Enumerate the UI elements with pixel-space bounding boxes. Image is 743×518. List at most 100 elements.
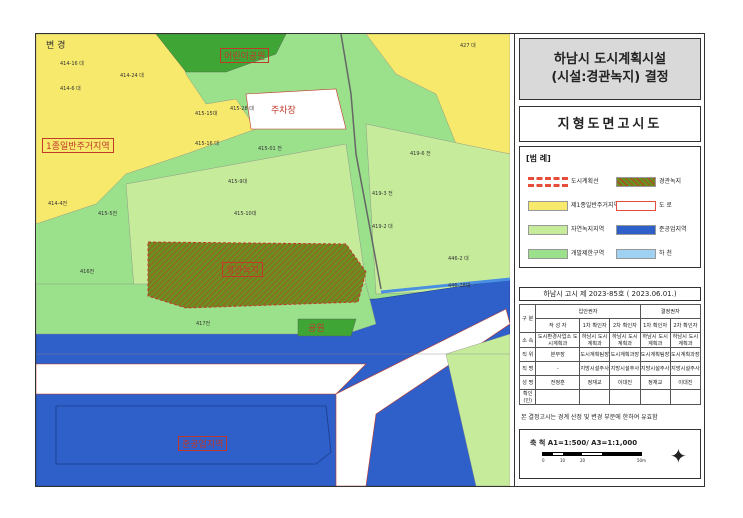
table-cell: 성 명 [518, 375, 537, 390]
legend: [범 례] 도시계획선 경관녹지 제1종일반주거지역 도 로 자연녹지지역 준공… [519, 146, 701, 268]
table-cell: 도시계획과장 [669, 347, 702, 362]
legend-swatch [528, 224, 568, 235]
table-header: 2차 확인자 [609, 318, 641, 333]
table-row: 성 명 전정훈 정재교 이대진 정재교 이대진 [518, 375, 702, 390]
scale-segment [562, 453, 583, 455]
legend-swatch [616, 200, 656, 211]
title-line1: 하남시 도시계획시설 [553, 52, 667, 67]
parcel-label: 427 대 [460, 43, 476, 49]
legend-label: 하 천 [659, 250, 672, 257]
parcel-label: 415-10대 [234, 211, 257, 217]
legend-item: 하 천 [616, 247, 672, 261]
scale-segment [543, 453, 553, 455]
legend-label: 준공업지역 [659, 226, 687, 233]
scale-tick: 10 [560, 458, 566, 463]
table-cell: 정재교 [579, 375, 611, 390]
legend-item: 준공업지역 [616, 223, 687, 237]
table-row: 소 속 도시환경사업소 도시계획과 하남시 도시계획과 하남시 도시계획과 하남… [518, 332, 702, 348]
table-row: 확인(인) [518, 389, 702, 405]
parcel-label: 415-01 전 [258, 146, 282, 152]
legend-item: 자연녹지지역 [528, 223, 604, 237]
parcel-label: 414-4전 [48, 201, 68, 207]
table-cell: 하남시 도시계획과 [579, 332, 611, 348]
table-cell: 지방시설주사 [609, 361, 641, 376]
table-header: 2차 확인자 [669, 318, 702, 333]
table-header: 입안권자 [535, 304, 641, 319]
legend-swatch [616, 224, 656, 235]
table-cell: 지방시설주사 [579, 361, 611, 376]
parcel-label: 416전 [80, 269, 95, 275]
parcel-label: 414-6 대 [60, 86, 81, 92]
parcel-label: 415-9대 [228, 179, 248, 185]
industrial-block [55, 405, 332, 465]
table-header: 결정권자 [639, 304, 701, 319]
parcel-label: 415-16 대 [195, 141, 219, 147]
legend-item: 경관녹지 [616, 175, 681, 189]
table-cell: 본부장 [535, 347, 581, 362]
parcel-label: 414-16 대 [60, 61, 84, 67]
legend-label: 도 로 [659, 202, 672, 209]
table-cell [669, 389, 702, 405]
north-arrow-icon: ✦ [670, 444, 687, 468]
natural-green-zone-east [365, 123, 510, 295]
table-cell [535, 389, 581, 405]
parcel-label: 415-15대 [195, 111, 218, 117]
title-line2: (시설:경관녹지) 결정 [551, 70, 669, 85]
table-cell: 도시계획팀장 [579, 347, 611, 362]
table-cell: 전정훈 [535, 375, 581, 390]
table-header: 구 분 [518, 304, 537, 333]
road-horizontal [36, 363, 367, 395]
table-cell: 직 명 [518, 361, 537, 376]
scale-tick: 20 [580, 458, 586, 463]
scale-tick: 50m [637, 458, 646, 463]
map-area [36, 34, 510, 486]
legend-label: 도시계획선 [571, 178, 599, 185]
table-cell: 도시환경사업소 도시계획과 [535, 332, 581, 348]
legend-swatch [528, 176, 568, 187]
table-cell: 직 위 [518, 347, 537, 362]
parking-label: 주차장 [271, 106, 296, 116]
parcel-label: 415-5전 [98, 211, 118, 217]
park-label: 어린이공원 [220, 48, 270, 63]
table-cell: 정재교 [639, 375, 671, 390]
parcel-label: 417전 [196, 321, 211, 327]
table-cell: 확인(인) [518, 389, 537, 405]
legend-label: 제1종일반주거지역 [571, 202, 619, 209]
parcel-label: 419-2 대 [372, 224, 393, 230]
scale-label: 축 척 A1=1:500/ A3=1:1,000 [530, 439, 638, 447]
parcel-label: 419-6 전 [410, 151, 431, 157]
parcel-label: 446-28대 [448, 283, 471, 289]
table-cell: 지방시설주사 [639, 361, 671, 376]
table-cell: 소 속 [518, 332, 537, 348]
signature-table: 구 분 입안권자 결정권자 작 성 자 1차 확인자 2차 확인자 1차 확인자… [518, 304, 702, 405]
subtitle: 지형도면고시도 [519, 106, 701, 142]
legend-label: 자연녹지지역 [571, 226, 605, 233]
table-header: 작 성 자 [535, 318, 581, 333]
table-cell: 도시계획팀장 [639, 347, 671, 362]
table-row: 직 위 본부장 도시계획팀장 도시계획과장 도시계획팀장 도시계획과장 [518, 347, 702, 362]
table-header: 1차 확인자 [579, 318, 611, 333]
table-row: 직 명 - 지방시설주사 지방시설주사 지방시설주사 지방시설주사 [518, 361, 702, 376]
legend-item: 도시계획선 [528, 175, 599, 189]
legend-swatch [528, 248, 568, 259]
table-cell [609, 389, 641, 405]
legend-label: 경관녹지 [659, 178, 682, 185]
table-cell: 도시계획과장 [609, 347, 641, 362]
legend-swatch [616, 176, 656, 187]
legend-item: 제1종일반주거지역 [528, 199, 619, 213]
scale-tick: 0 [542, 458, 545, 463]
title-box: 하남시 도시계획시설 (시설:경관녹지) 결정 [519, 38, 701, 100]
legend-title: [범 례] [526, 154, 551, 163]
scale-bar [542, 452, 642, 456]
remark: 본 결정고시는 경계 산정 및 변경 부분에 한하여 유효함 [521, 414, 658, 421]
parcel-label: 419-3 전 [372, 191, 393, 197]
park2-label: 공원 [308, 324, 325, 334]
table-cell [639, 389, 671, 405]
table-cell: 지방시설주사 [669, 361, 702, 376]
parcel-label: 415-28 대 [230, 106, 254, 112]
legend-label: 개발제한구역 [571, 250, 605, 257]
table-cell: 이대진 [609, 375, 641, 390]
notice-number: 하남시 고시 제 2023-85호 ( 2023.06.01.) [519, 287, 701, 301]
parcel-label: 414-24 대 [120, 73, 144, 79]
greenbelt-label: 경관녹지 [222, 262, 264, 277]
